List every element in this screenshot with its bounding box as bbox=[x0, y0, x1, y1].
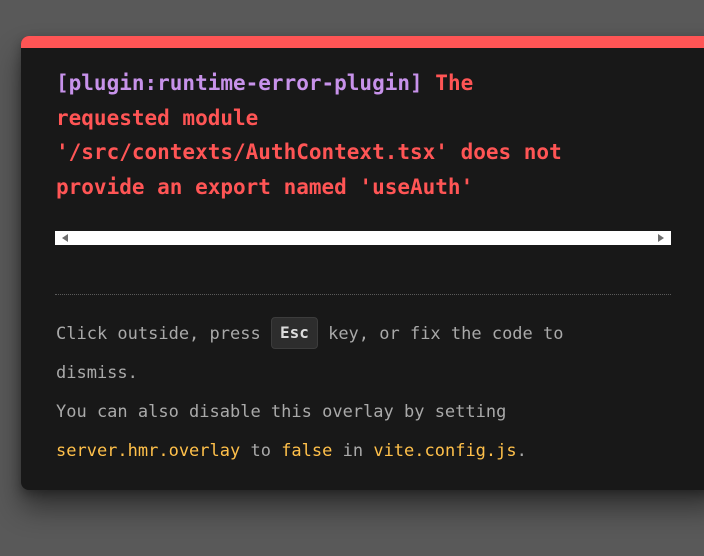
plugin-name: [plugin:runtime-error-plugin] bbox=[56, 71, 423, 95]
tip-text-in: in bbox=[332, 441, 374, 461]
horizontal-scrollbar[interactable] bbox=[55, 231, 671, 245]
divider bbox=[55, 294, 671, 295]
error-text-line2: requested module bbox=[56, 105, 259, 130]
error-text-line1: The bbox=[422, 71, 474, 95]
esc-key: Esc bbox=[270, 317, 318, 349]
tip-period: . bbox=[516, 441, 527, 461]
tip-text-after-key: key, or fix the code to bbox=[317, 324, 564, 344]
error-text-line4: provide an export named 'useAuth' bbox=[56, 174, 474, 199]
dismiss-tip: Click outside, press Esc key, or fix the… bbox=[56, 315, 676, 471]
error-accent-bar bbox=[21, 36, 704, 48]
error-message: [plugin:runtime-error-plugin] The reques… bbox=[56, 66, 676, 204]
error-overlay: [plugin:runtime-error-plugin] The reques… bbox=[21, 36, 704, 490]
tip-text-before-key: Click outside, press bbox=[56, 324, 271, 344]
scroll-right-arrow-icon[interactable] bbox=[658, 234, 664, 242]
false-value: false bbox=[281, 441, 333, 461]
scroll-left-arrow-icon[interactable] bbox=[62, 234, 68, 242]
config-option: server.hmr.overlay bbox=[56, 441, 241, 461]
tip-text-dismiss: dismiss. bbox=[56, 363, 138, 383]
tip-text-to: to bbox=[240, 441, 282, 461]
config-file: vite.config.js bbox=[373, 441, 517, 461]
error-text-line3: '/src/contexts/AuthContext.tsx' does not bbox=[56, 140, 562, 164]
tip-text-disable: You can also disable this overlay by set… bbox=[56, 402, 507, 422]
